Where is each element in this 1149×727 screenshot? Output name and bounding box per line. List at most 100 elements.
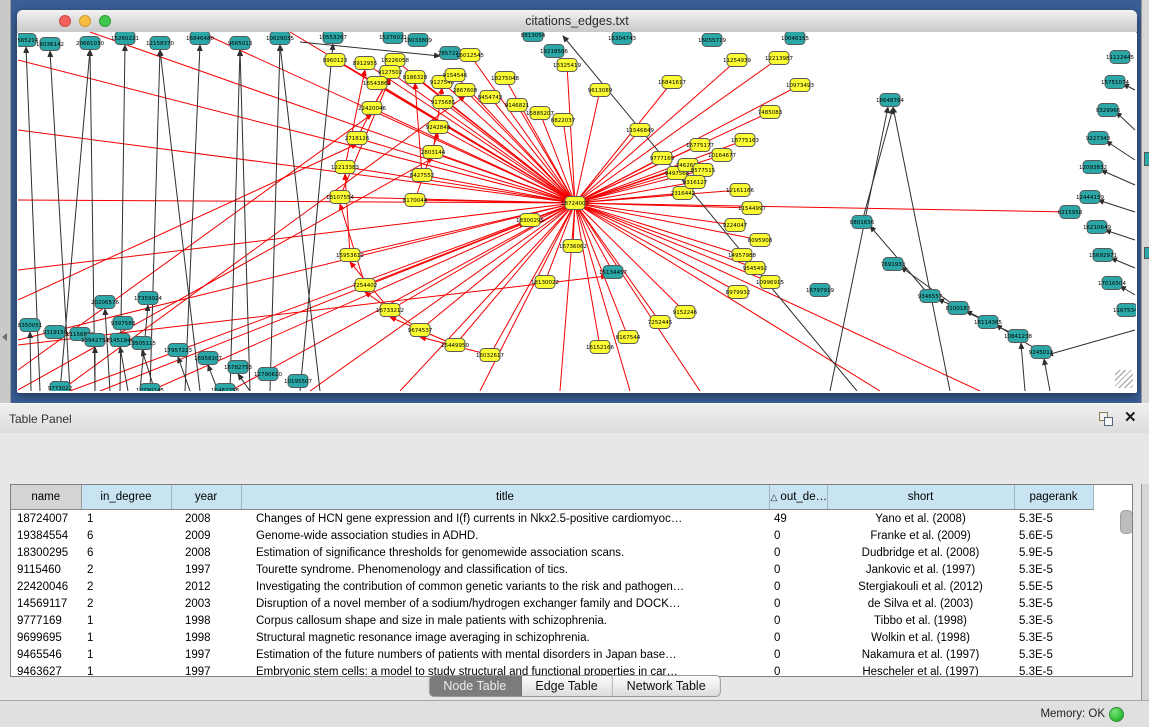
graph-edge xyxy=(1105,230,1135,240)
table-cell: 0 xyxy=(769,544,827,561)
table-row[interactable]: 1938455462009Genome-wide association stu… xyxy=(11,527,1093,544)
column-header-title[interactable]: title xyxy=(241,485,769,510)
graph-edge xyxy=(345,174,350,255)
table-row[interactable]: 1830029562008Estimation of significance … xyxy=(11,544,1093,561)
graph-node-label: 16033809 xyxy=(404,38,432,44)
graph-node-label: 18226058 xyxy=(381,58,409,64)
graph-node-label: 8186328 xyxy=(403,75,428,81)
table-cell: Yano et al. (2008) xyxy=(827,510,1014,528)
table-row[interactable]: 911546021997Tourette syndrome. Phenomeno… xyxy=(11,561,1093,578)
table-cell: Estimation of the future numbers of pati… xyxy=(241,646,769,663)
graph-edge xyxy=(230,50,240,391)
tab-node-table[interactable]: Node Table xyxy=(429,676,521,696)
graph-node-label: 16846480 xyxy=(186,36,214,42)
network-graph: 9565214160361422068103015260221121583701… xyxy=(18,32,1136,391)
window-resize-grip[interactable] xyxy=(1115,370,1133,388)
graph-node-label: 8100183 xyxy=(946,306,971,312)
table-row[interactable]: 1872400712008Changes of HCN gene express… xyxy=(11,510,1093,528)
window-titlebar[interactable]: citations_edges.txt xyxy=(17,10,1137,33)
graph-edge xyxy=(310,203,575,391)
table-cell: 0 xyxy=(769,629,827,646)
graph-node-label: 18724007 xyxy=(561,201,589,207)
panel-collapse-arrow-icon xyxy=(2,333,7,341)
graph-node-label: 16958107 xyxy=(194,356,222,362)
table-cell: 5.5E-5 xyxy=(1014,578,1093,595)
attribute-table: namein_degreeyeartitle△out_de…shortpager… xyxy=(11,485,1094,677)
graph-node-label: 8577515 xyxy=(691,168,716,174)
graph-node-label: 8454743 xyxy=(478,95,503,101)
column-header-pagerank[interactable]: pagerank xyxy=(1014,485,1093,510)
graph-node-label: 16733212 xyxy=(376,308,404,314)
graph-node-label: 12161166 xyxy=(726,188,754,194)
graph-node-label: 9777169 xyxy=(650,156,675,162)
graph-node-label: 8912955 xyxy=(353,61,378,67)
table-cell: 1 xyxy=(81,612,171,629)
graph-node-label: 9665013 xyxy=(228,41,253,47)
graph-edge xyxy=(18,144,357,300)
tab-edge-table[interactable]: Edge Table xyxy=(521,676,612,696)
table-cell: Nakamura et al. (1997) xyxy=(827,646,1014,663)
table-row[interactable]: 969969511998Structural magnetic resonanc… xyxy=(11,629,1093,646)
column-header-year[interactable]: year xyxy=(171,485,241,510)
network-canvas[interactable]: 9565214160361422068103015260221121583701… xyxy=(18,32,1136,391)
graph-node-label: 9127502 xyxy=(378,70,403,76)
memory-status-label: Memory: OK xyxy=(1040,708,1105,720)
column-header-in_degree[interactable]: in_degree xyxy=(81,485,171,510)
graph-node-label: 16210649 xyxy=(1083,225,1111,231)
table-cell: 2003 xyxy=(171,595,241,612)
table-scrollbar-thumb[interactable] xyxy=(1120,510,1133,534)
table-cell: Investigating the contribution of common… xyxy=(241,578,769,595)
graph-node-label: 2316442 xyxy=(671,191,696,197)
table-cell: 1997 xyxy=(171,646,241,663)
graph-node-label: 20681030 xyxy=(76,41,104,47)
graph-node-label: 2867608 xyxy=(453,88,478,94)
table-cell: 2 xyxy=(81,595,171,612)
table-cell: Hescheler et al. (1997) xyxy=(827,663,1014,677)
graph-node-label: 8215958 xyxy=(1058,210,1083,216)
graph-node-label: 16032617 xyxy=(476,353,504,359)
float-window-icon[interactable] xyxy=(1099,412,1114,426)
table-row[interactable]: 946554611997Estimation of the future num… xyxy=(11,646,1093,663)
graph-node-label: 18300295 xyxy=(516,218,544,224)
graph-node-label: 9329966 xyxy=(1096,108,1121,114)
table-cell: 49 xyxy=(769,510,827,528)
table-cell: Changes of HCN gene expression and I(f) … xyxy=(241,510,769,528)
table-cell: 2009 xyxy=(171,527,241,544)
network-view-window: citations_edges.txt 95652141603614220681… xyxy=(17,10,1137,393)
column-header-short[interactable]: short xyxy=(827,485,1014,510)
table-cell: 0 xyxy=(769,527,827,544)
graph-edge xyxy=(1116,112,1135,130)
table-cell: de Silva et al. (2003) xyxy=(827,595,1014,612)
graph-node-label: 9224047 xyxy=(723,223,748,229)
table-cell: 6 xyxy=(81,544,171,561)
column-header-out_de[interactable]: △out_de… xyxy=(769,485,827,510)
close-icon[interactable]: ✕ xyxy=(1124,409,1137,427)
graph-node-label: 16775177 xyxy=(686,143,714,149)
graph-node-label: 8822037 xyxy=(551,118,576,124)
table-row[interactable]: 2242004622012Investigating the contribut… xyxy=(11,578,1093,595)
graph-node-label: 16036142 xyxy=(36,42,64,48)
table-row[interactable]: 1456911722003Disruption of a novel membe… xyxy=(11,595,1093,612)
graph-edge xyxy=(893,107,950,391)
column-header-name[interactable]: name xyxy=(11,485,81,510)
graph-node-label: 16648784 xyxy=(876,98,904,104)
tab-network-table[interactable]: Network Table xyxy=(613,676,720,696)
graph-node-label: 12093832 xyxy=(1079,165,1107,171)
table-cell: 1997 xyxy=(171,561,241,578)
graph-node-label: 15885207 xyxy=(526,111,554,117)
table-cell: Estimation of significance thresholds fo… xyxy=(241,544,769,561)
graph-node-label: 8167544 xyxy=(616,335,641,341)
table-cell: 2012 xyxy=(171,578,241,595)
graph-node-label: 11546849 xyxy=(626,128,654,134)
graph-node-label: 9146821 xyxy=(505,103,530,109)
graph-node-label: 19218586 xyxy=(540,49,568,55)
graph-node-label: 9175685 xyxy=(431,100,456,106)
table-row[interactable]: 977716911998Corpus callosum shape and si… xyxy=(11,612,1093,629)
graph-node-label: 9545492 xyxy=(743,266,768,272)
graph-node-label: 11254939 xyxy=(723,58,751,64)
graph-edge xyxy=(120,347,128,391)
table-cell: 1 xyxy=(81,663,171,677)
table-cell: 0 xyxy=(769,646,827,663)
graph-node-label: 20206576 xyxy=(91,300,119,306)
collapsed-panel-strip[interactable] xyxy=(0,0,11,403)
